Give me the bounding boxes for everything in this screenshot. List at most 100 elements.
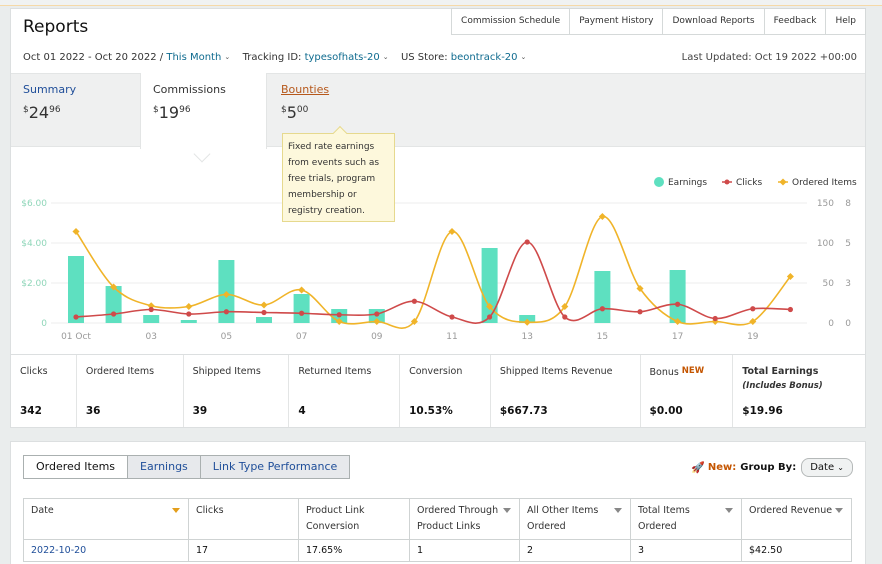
- x-axis-tick: 07: [296, 332, 307, 342]
- payment-history-link[interactable]: Payment History: [570, 8, 664, 35]
- bar-earnings: [68, 256, 84, 323]
- y-axis-right-tick: 8: [845, 199, 851, 209]
- column-header-all-other-items[interactable]: All Other Items Ordered: [519, 498, 631, 540]
- column-header-clicks[interactable]: Clicks: [188, 498, 299, 540]
- metric-label: Conversion: [409, 366, 463, 377]
- bar-earnings: [180, 320, 197, 323]
- sort-arrow-icon[interactable]: [835, 508, 843, 513]
- earnings-chart: $6.00 $4.00 $2.00 0 150 100 50 0 8 5 3 0 01 Oct 03 05 0…: [21, 177, 857, 342]
- table-cell: 1: [409, 539, 520, 562]
- metric-shipped-items-revenue: Shipped Items Revenue $667.73: [491, 355, 641, 427]
- x-axis-tick: 11: [446, 332, 457, 342]
- point-clicks: [111, 311, 117, 317]
- table-row: 2022-10-20 17 17.65% 1 2 3 $42.50: [23, 539, 852, 562]
- column-header-date[interactable]: Date: [23, 498, 189, 540]
- chevron-down-icon: ⌄: [224, 53, 231, 61]
- date-link[interactable]: 2022-10-20: [23, 539, 189, 562]
- y-axis-left-tick: $6.00: [21, 199, 47, 209]
- metric-label: Bonus NEW: [649, 366, 705, 378]
- sort-arrow-icon[interactable]: [503, 508, 511, 513]
- last-updated-text: Last Updated: Oct 19 2022 +00:00: [681, 52, 857, 63]
- help-link[interactable]: Help: [826, 8, 866, 35]
- point-ordered-items: [185, 302, 193, 311]
- metric-value: 4: [298, 405, 306, 417]
- sort-arrow-icon[interactable]: [172, 508, 180, 513]
- point-clicks: [336, 312, 342, 318]
- point-clicks: [261, 309, 267, 316]
- legend-clicks-marker: [724, 179, 730, 185]
- metric-label: Clicks: [20, 366, 48, 377]
- bar-earnings: [594, 271, 611, 323]
- feedback-link[interactable]: Feedback: [764, 8, 827, 35]
- x-axis-tick: 01 Oct: [61, 332, 91, 342]
- column-header-ordered-through[interactable]: Ordered Through Product Links: [409, 498, 520, 540]
- point-clicks: [411, 298, 417, 304]
- report-table-panel: Ordered Items Earnings Link Type Perform…: [10, 441, 866, 564]
- y-axis-right-tick: 0: [828, 319, 834, 329]
- tracking-id-selector[interactable]: Tracking ID: typesofhats-20 ⌄: [243, 52, 389, 63]
- metric-value: $0.00: [649, 405, 683, 417]
- point-clicks: [487, 314, 493, 320]
- metric-label: Returned Items: [298, 366, 372, 377]
- point-clicks: [186, 311, 192, 317]
- point-clicks: [148, 306, 154, 313]
- legend-label: Earnings: [668, 178, 707, 188]
- metric-value: 36: [85, 405, 101, 417]
- group-by-control: 🚀 New: Group By: Date ⌄: [691, 458, 853, 477]
- tab-summary[interactable]: Summary $2496: [11, 73, 140, 147]
- point-clicks: [599, 306, 606, 312]
- bar-earnings: [293, 294, 310, 323]
- tab-earnings[interactable]: Earnings: [128, 455, 201, 479]
- y-axis-right-tick: 50: [823, 279, 835, 289]
- rocket-icon: 🚀: [691, 461, 705, 474]
- report-tabs: Ordered Items Earnings Link Type Perform…: [23, 455, 351, 479]
- x-axis-tick: 17: [672, 332, 683, 342]
- tab-commissions[interactable]: Commissions $1996: [140, 73, 267, 149]
- legend-ordered-items-marker: [779, 178, 787, 186]
- x-axis-tick: 03: [145, 332, 156, 342]
- y-axis-right-tick: 5: [845, 239, 851, 249]
- metric-label: Total Earnings: [742, 366, 819, 377]
- metric-returned-items: Returned Items 4: [289, 355, 401, 427]
- store-selector[interactable]: US Store: beontrack-20 ⌄: [401, 52, 526, 63]
- y-axis-right-tick: 150: [817, 199, 834, 209]
- column-header-total-items[interactable]: Total Items Ordered: [630, 498, 742, 540]
- metric-label: Ordered Items: [85, 366, 155, 377]
- table-cell: 17.65%: [298, 539, 410, 562]
- point-clicks: [73, 314, 79, 320]
- page-title: Reports: [23, 17, 89, 37]
- metric-conversion: Conversion 10.53%: [400, 355, 491, 427]
- x-axis-tick: 15: [597, 332, 608, 342]
- group-by-select[interactable]: Date ⌄: [801, 458, 853, 477]
- column-header-product-link[interactable]: Product Link Conversion: [298, 498, 410, 540]
- point-ordered-items: [260, 301, 268, 309]
- x-axis-tick: 19: [747, 332, 759, 342]
- bounties-tooltip: Fixed rate earnings from events such as …: [282, 125, 395, 222]
- filter-bar: Oct 01 2022 - Oct 20 2022 / This Month ⌄ …: [23, 52, 526, 63]
- commissions-amount: $1996: [153, 103, 191, 122]
- bar-earnings: [669, 270, 686, 323]
- sort-arrow-icon[interactable]: [725, 508, 733, 513]
- x-axis-tick: 13: [521, 332, 532, 342]
- metric-ordered-items: Ordered Items 36: [77, 355, 184, 427]
- point-clicks: [562, 314, 568, 320]
- sort-arrow-icon[interactable]: [614, 508, 622, 513]
- bounties-amount: $500: [281, 103, 309, 122]
- metric-value: $667.73: [499, 405, 548, 417]
- bar-earnings: [143, 315, 160, 323]
- tab-ordered-items[interactable]: Ordered Items: [23, 455, 129, 479]
- metric-total-earnings: Total Earnings (Includes Bonus) $19.96: [733, 355, 865, 427]
- x-axis-tick: 05: [221, 332, 232, 342]
- metric-bonus: Bonus NEW $0.00: [641, 355, 734, 427]
- new-badge: NEW: [678, 366, 705, 376]
- column-header-ordered-revenue[interactable]: Ordered Revenue: [741, 498, 852, 540]
- metric-value: 39: [192, 405, 208, 417]
- date-range-selector[interactable]: Oct 01 2022 - Oct 20 2022 / This Month ⌄: [23, 52, 230, 63]
- chevron-down-icon: ⌄: [520, 53, 527, 61]
- tab-link-type-performance[interactable]: Link Type Performance: [200, 455, 351, 479]
- commission-schedule-link[interactable]: Commission Schedule: [451, 8, 571, 35]
- point-clicks: [449, 314, 455, 320]
- download-reports-link[interactable]: Download Reports: [663, 8, 765, 35]
- x-axis-tick: 09: [371, 332, 383, 342]
- legend-earnings-marker: [654, 177, 664, 187]
